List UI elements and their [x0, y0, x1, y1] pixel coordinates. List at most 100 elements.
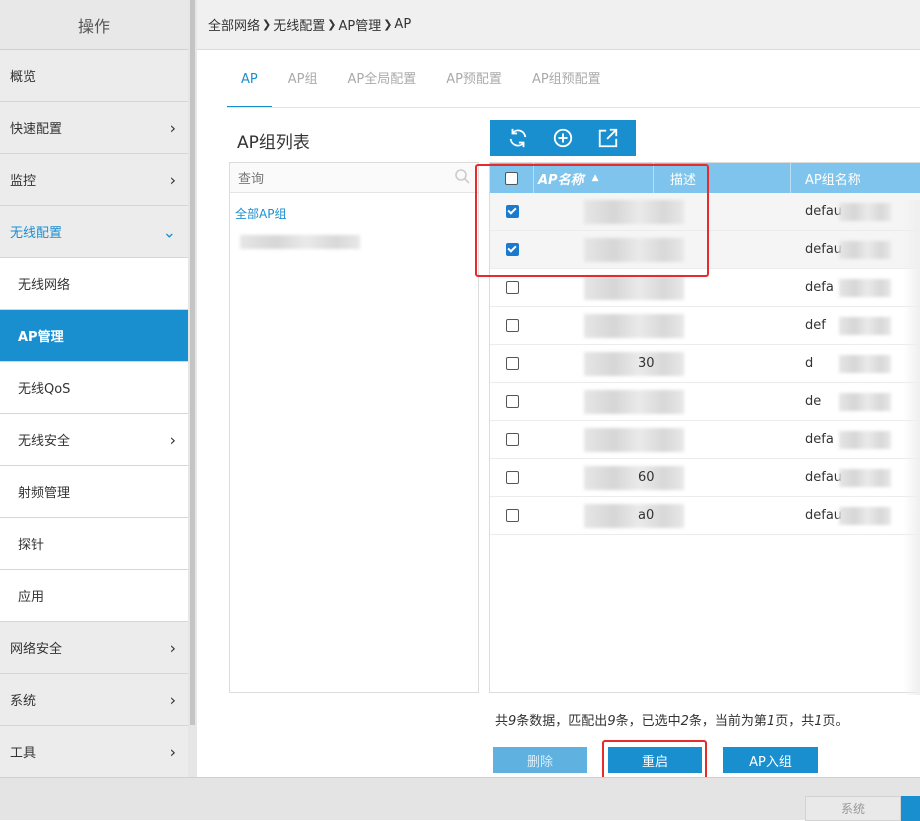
row-checkbox[interactable]: [505, 243, 519, 256]
cell-ap-group: defa: [791, 421, 920, 458]
row-select[interactable]: [490, 471, 534, 484]
cell-ap-group: defaul: [791, 497, 920, 534]
table-header: AP名称 ▲ 描述 AP组名称: [490, 163, 920, 193]
refresh-button[interactable]: [504, 124, 532, 152]
breadcrumb: 全部网络 ❯ 无线配置 ❯ AP管理 ❯ AP: [197, 0, 920, 50]
sidebar-item-application[interactable]: 应用: [0, 570, 188, 622]
system-button[interactable]: 系统: [805, 796, 901, 821]
restart-button[interactable]: 重启: [608, 747, 702, 773]
row-checkbox[interactable]: [505, 509, 519, 522]
sidebar-item-quick-config[interactable]: 快速配置 ›: [0, 102, 188, 154]
redacted-name: [584, 200, 684, 224]
sidebar-item-label: 无线安全: [18, 434, 71, 449]
row-select[interactable]: [490, 319, 534, 332]
sidebar-item-ap-management[interactable]: AP管理: [0, 310, 188, 362]
select-all-checkbox[interactable]: [505, 171, 518, 185]
table-row[interactable]: defau: [490, 193, 920, 231]
tree-root-all-groups[interactable]: 全部AP组: [235, 205, 286, 222]
row-select[interactable]: [490, 509, 534, 522]
export-button[interactable]: [594, 124, 622, 152]
table-row[interactable]: defa: [490, 421, 920, 459]
sidebar-item-probe[interactable]: 探针: [0, 518, 188, 570]
row-select[interactable]: [490, 281, 534, 294]
ap-group-text: def: [805, 318, 826, 333]
sidebar-item-label: 射频管理: [18, 486, 71, 501]
breadcrumb-item[interactable]: 全部网络: [208, 15, 260, 34]
tab-ap-global-config[interactable]: AP全局配置: [333, 70, 430, 108]
table-row[interactable]: a0 defaul: [490, 497, 920, 535]
table-row[interactable]: de: [490, 383, 920, 421]
add-button[interactable]: [549, 124, 577, 152]
cell-ap-name: [534, 231, 684, 268]
column-header-ap-name[interactable]: AP名称 ▲: [534, 163, 654, 193]
cell-ap-name: [534, 421, 684, 458]
column-header-description[interactable]: 描述: [654, 163, 791, 193]
table-row[interactable]: 60 defau: [490, 459, 920, 497]
sidebar-item-tools[interactable]: 工具 ›: [0, 726, 188, 778]
add-circle-icon: [553, 128, 573, 148]
row-checkbox[interactable]: [505, 319, 519, 332]
column-header-ap-group-name[interactable]: AP组名称: [791, 163, 920, 193]
sidebar-item-label: 监控: [10, 174, 37, 189]
sidebar-item-label: 无线网络: [18, 278, 71, 293]
footer-action-button[interactable]: [901, 796, 920, 821]
join-group-button[interactable]: AP入组: [723, 747, 818, 773]
redacted-group: [839, 279, 891, 297]
sidebar-item-label: 工具: [10, 746, 37, 761]
row-checkbox[interactable]: [505, 395, 519, 408]
sidebar-item-label: 探针: [18, 538, 45, 553]
tab-ap-preconfig[interactable]: AP预配置: [432, 70, 516, 108]
main-content: AP AP组 AP全局配置 AP预配置 AP组预配置 AP组列表 查询 全部AP…: [197, 50, 920, 780]
sidebar-item-system[interactable]: 系统 ›: [0, 674, 188, 726]
ap-group-text: defau: [805, 204, 843, 219]
sidebar-scrollbar[interactable]: [188, 0, 197, 777]
row-checkbox[interactable]: [505, 433, 519, 446]
redacted-edge: [903, 200, 920, 695]
cell-ap-name: [534, 307, 684, 344]
sort-ascending-icon: ▲: [591, 173, 599, 183]
table-row[interactable]: def: [490, 307, 920, 345]
refresh-icon: [510, 128, 527, 148]
sidebar-item-wireless-config[interactable]: 无线配置 ⌄: [0, 206, 188, 258]
sidebar-header: 操作: [0, 0, 188, 50]
group-search-input[interactable]: 查询: [230, 163, 478, 193]
row-select[interactable]: [490, 243, 534, 256]
row-select[interactable]: [490, 395, 534, 408]
ap-group-text: defau: [805, 242, 843, 257]
tab-ap-group-preconfig[interactable]: AP组预配置: [518, 70, 615, 108]
sidebar-item-radio-management[interactable]: 射频管理: [0, 466, 188, 518]
sidebar-item-wireless-security[interactable]: 无线安全 ›: [0, 414, 188, 466]
row-select[interactable]: [490, 433, 534, 446]
chevron-right-icon: ❯: [327, 18, 337, 31]
table-row[interactable]: defa: [490, 269, 920, 307]
tab-ap-group[interactable]: AP组: [274, 70, 332, 108]
sidebar: 操作 概览 快速配置 › 监控 › 无线配置 ⌄ 无线网络 AP管理 无线QoS 无线…: [0, 0, 188, 778]
scrollbar-thumb[interactable]: [190, 0, 195, 725]
sidebar-item-wireless-qos[interactable]: 无线QoS: [0, 362, 188, 414]
sidebar-item-monitor[interactable]: 监控 ›: [0, 154, 188, 206]
cell-ap-group: def: [791, 307, 920, 344]
sidebar-item-wireless-network[interactable]: 无线网络: [0, 258, 188, 310]
row-checkbox[interactable]: [505, 471, 519, 484]
table-row[interactable]: defau: [490, 231, 920, 269]
row-select[interactable]: [490, 205, 534, 218]
sidebar-item-label: AP管理: [18, 330, 64, 345]
column-label: AP名称: [538, 172, 584, 188]
row-checkbox[interactable]: [505, 205, 519, 218]
chevron-right-icon: ›: [169, 430, 176, 449]
redacted-tree-item[interactable]: [240, 235, 360, 249]
row-checkbox[interactable]: [505, 357, 519, 370]
sidebar-item-overview[interactable]: 概览: [0, 50, 188, 102]
table-row[interactable]: 30 d: [490, 345, 920, 383]
sidebar-item-network-security[interactable]: 网络安全 ›: [0, 622, 188, 674]
search-icon[interactable]: [454, 168, 470, 184]
breadcrumb-item[interactable]: AP管理: [338, 15, 381, 34]
chevron-right-icon: ❯: [262, 18, 272, 31]
delete-button[interactable]: 删除: [493, 747, 587, 773]
redacted-name: [584, 428, 684, 452]
header-select-all[interactable]: [490, 163, 534, 193]
row-select[interactable]: [490, 357, 534, 370]
row-checkbox[interactable]: [505, 281, 519, 294]
breadcrumb-item[interactable]: 无线配置: [273, 15, 325, 34]
tab-ap[interactable]: AP: [227, 70, 272, 108]
